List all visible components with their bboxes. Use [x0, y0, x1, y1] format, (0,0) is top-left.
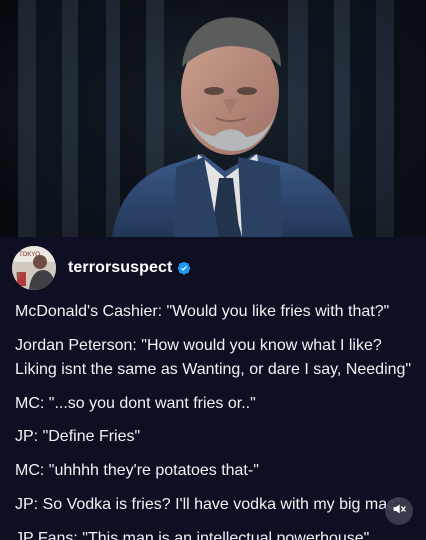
avatar[interactable]: TOKYO B — [12, 246, 56, 290]
post-text: McDonald's Cashier: "Would you like frie… — [15, 300, 420, 540]
post-image[interactable] — [0, 0, 426, 237]
post-card: TOKYO B terrorsuspect McDonald's Cashier… — [0, 0, 426, 540]
avatar-letter: B — [16, 272, 21, 279]
username[interactable]: terrorsuspect — [68, 259, 172, 277]
post-line-5: JP: "Define Fries" — [15, 428, 141, 446]
portrait-illustration — [0, 0, 426, 237]
mute-button[interactable] — [385, 497, 413, 525]
verified-badge-icon — [177, 261, 191, 275]
post-line-1: McDonald's Cashier: "Would you like frie… — [15, 303, 390, 320]
post-line-6: MC: "uhhhh they're potatoes that-" — [15, 462, 259, 480]
post-line-2: Jordan Peterson: "How would you know wha… — [15, 336, 382, 354]
post-line-7: JP: So Vodka is fries? I'll have vodka w… — [15, 495, 401, 513]
post-line-4: MC: "...so you dont want fries or.." — [15, 394, 256, 412]
post-line-8: JP Fans: "This man is an intellectual po… — [15, 529, 370, 540]
post-header: TOKYO B terrorsuspect — [12, 246, 191, 290]
post-line-3: Liking isnt the same as Wanting, or dare… — [15, 360, 412, 378]
volume-muted-icon — [391, 501, 407, 522]
avatar-sign-text: TOKYO — [19, 252, 40, 258]
